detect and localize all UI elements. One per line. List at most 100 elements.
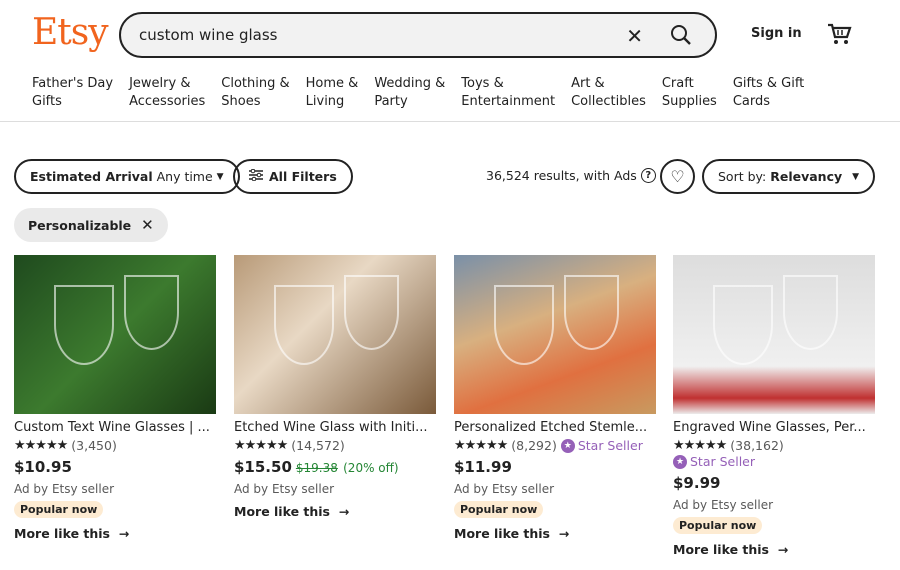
more-like-this-link[interactable]: More like this →: [234, 504, 436, 519]
nav-category[interactable]: Father's Day Gifts: [32, 75, 113, 111]
price: $15.50 $19.38 (20% off): [234, 458, 436, 476]
more-label: More like this: [234, 504, 330, 519]
sort-label: Sort by:: [718, 169, 767, 184]
nav-line: Father's Day: [32, 76, 114, 91]
price-value: $10.95: [14, 458, 72, 476]
nav-category[interactable]: Jewelry & Accessories: [129, 75, 205, 111]
nav-line: Jewelry &: [129, 76, 191, 91]
price: $9.99: [673, 474, 875, 492]
search-input[interactable]: custom wine glass ✕: [119, 12, 717, 58]
listing-title[interactable]: Engraved Wine Glasses, Per...: [673, 420, 875, 435]
ad-label: Ad by Etsy seller: [14, 482, 115, 496]
nav-line: Craft: [661, 76, 694, 91]
star-seller-badge: ★ Star Seller: [560, 438, 643, 453]
sign-in-link[interactable]: Sign in: [751, 26, 802, 41]
price: $11.99: [454, 458, 656, 476]
original-price: $19.38: [295, 461, 338, 475]
more-label: More like this: [673, 542, 769, 557]
star-rating-icon: ★★★★★: [673, 438, 727, 453]
help-icon[interactable]: ?: [640, 168, 656, 183]
divider: [0, 121, 900, 122]
all-filters-label: All Filters: [269, 169, 337, 184]
nav-line: Wedding &: [374, 76, 446, 91]
nav-line: Clothing &: [221, 76, 290, 91]
listing-image[interactable]: [14, 255, 216, 414]
review-count: (8,292): [511, 438, 557, 453]
review-count: (3,450): [71, 438, 117, 453]
nav-category[interactable]: Clothing & Shoes: [221, 75, 289, 111]
star-seller-icon: ★: [673, 454, 687, 469]
nav-line: Shoes: [221, 94, 261, 109]
more-like-this-link[interactable]: More like this →: [673, 542, 875, 557]
etsy-logo[interactable]: Etsy: [32, 12, 109, 53]
nav-line: Accessories: [129, 94, 206, 109]
search-value: custom wine glass: [139, 26, 278, 44]
search-icon[interactable]: [669, 23, 693, 51]
arrival-label: Estimated Arrival: [30, 169, 153, 184]
personalizable-chip[interactable]: Personalizable ✕: [14, 208, 168, 242]
arrival-value: Any time: [156, 169, 213, 184]
arrow-right-icon: →: [114, 526, 130, 541]
listing-card[interactable]: Etched Wine Glass with Initi... ★★★★★ (14…: [234, 255, 436, 519]
rating: ★★★★★ (14,572): [234, 438, 436, 453]
rating: ★★★★★ (3,450): [14, 438, 216, 453]
discount: (20% off): [343, 461, 399, 475]
nav-line: Collectibles: [571, 94, 646, 109]
nav-line: Toys &: [461, 76, 504, 91]
nav-line: Entertainment: [461, 94, 556, 109]
review-count: (38,162): [730, 438, 784, 453]
popular-badge: Popular now: [673, 517, 763, 534]
remove-chip-icon[interactable]: ✕: [141, 216, 154, 234]
heart-icon: ♡: [670, 167, 685, 186]
nav-line: Gifts: [32, 94, 62, 109]
chip-label: Personalizable: [28, 217, 132, 233]
caret-down-icon: ▼: [216, 171, 224, 182]
listing-title[interactable]: Custom Text Wine Glasses | ...: [14, 420, 216, 435]
category-nav: Father's Day Gifts Jewelry & Accessories Clo…: [32, 75, 820, 111]
star-rating-icon: ★★★★★: [234, 438, 288, 453]
price-value: $11.99: [454, 458, 512, 476]
listing-card[interactable]: Personalized Etched Stemle... ★★★★★ (8,29…: [454, 255, 656, 541]
arrow-right-icon: →: [773, 542, 789, 557]
price-value: $9.99: [673, 474, 721, 492]
more-label: More like this: [14, 526, 110, 541]
estimated-arrival-dropdown[interactable]: Estimated Arrival Any time ▼: [14, 159, 240, 194]
clear-icon[interactable]: ✕: [626, 24, 643, 48]
arrow-right-icon: →: [554, 526, 570, 541]
cart-icon[interactable]: [826, 22, 852, 50]
nav-category[interactable]: Gifts & Gift Cards: [733, 75, 804, 111]
listing-image[interactable]: [234, 255, 436, 414]
listing-image[interactable]: [673, 255, 875, 414]
nav-category[interactable]: Art & Collectibles: [571, 75, 646, 111]
more-like-this-link[interactable]: More like this →: [14, 526, 216, 541]
sort-dropdown[interactable]: Sort by: Relevancy ▼: [702, 159, 875, 194]
listing-card[interactable]: Engraved Wine Glasses, Per... ★★★★★ (38,1…: [673, 255, 875, 557]
nav-category[interactable]: Wedding & Party: [374, 75, 445, 111]
all-filters-button[interactable]: All Filters: [233, 159, 353, 194]
nav-category[interactable]: Home & Living: [306, 75, 359, 111]
rating: ★★★★★ (8,292) ★ Star Seller: [454, 438, 656, 453]
caret-down-icon: ▼: [852, 171, 859, 182]
price-value: $15.50: [234, 458, 292, 476]
results-count: 36,524 results, with Ads?: [486, 168, 656, 183]
ad-label: Ad by Etsy seller: [673, 498, 774, 512]
results-text: 36,524 results, with Ads: [486, 168, 637, 183]
arrow-right-icon: →: [334, 504, 350, 519]
nav-line: Art &: [571, 76, 605, 91]
star-seller-label: Star Seller: [577, 438, 643, 453]
listing-title[interactable]: Etched Wine Glass with Initi...: [234, 420, 436, 435]
listing-card[interactable]: Custom Text Wine Glasses | ... ★★★★★ (3,4…: [14, 255, 216, 541]
favorite-search-button[interactable]: ♡: [660, 159, 695, 194]
nav-line: Gifts & Gift: [732, 76, 805, 91]
star-rating-icon: ★★★★★: [454, 438, 508, 453]
popular-badge: Popular now: [14, 501, 104, 518]
nav-category[interactable]: Toys & Entertainment: [461, 75, 555, 111]
listing-title[interactable]: Personalized Etched Stemle...: [454, 420, 656, 435]
listing-image[interactable]: [454, 255, 656, 414]
nav-line: Home &: [305, 76, 359, 91]
more-like-this-link[interactable]: More like this →: [454, 526, 656, 541]
star-seller-icon: ★: [560, 438, 575, 453]
nav-line: Supplies: [661, 94, 717, 109]
sort-value: Relevancy: [770, 169, 843, 184]
nav-category[interactable]: Craft Supplies: [662, 75, 717, 111]
